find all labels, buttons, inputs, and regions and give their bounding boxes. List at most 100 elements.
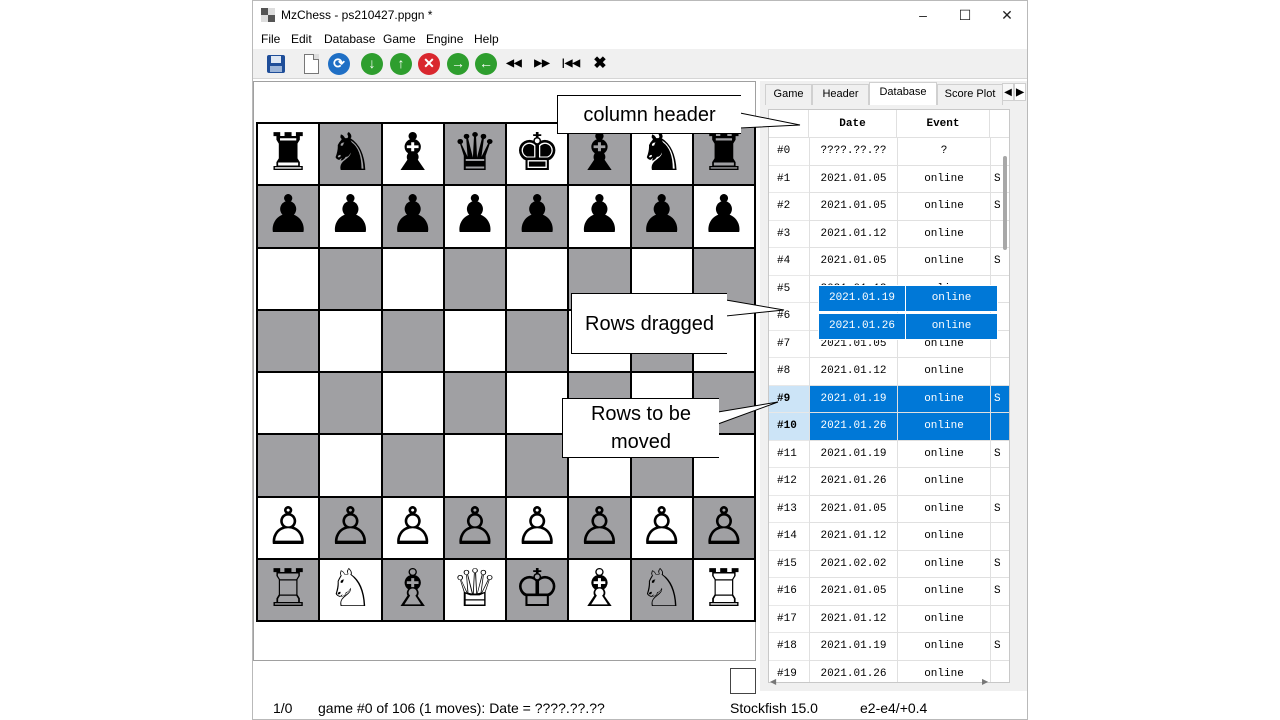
board-square[interactable]: ♙: [257, 496, 320, 559]
menu-database[interactable]: Database: [324, 32, 375, 46]
cell-event[interactable]: online: [897, 193, 990, 221]
table-row[interactable]: #4 2021.01.05 online S: [769, 248, 1009, 276]
refresh-icon[interactable]: ⟳: [328, 53, 350, 75]
row-number[interactable]: #17: [769, 606, 809, 633]
board-square[interactable]: [381, 372, 444, 435]
cell-date[interactable]: 2021.01.05: [809, 193, 897, 221]
row-number[interactable]: #16: [769, 578, 809, 606]
cell-event[interactable]: online: [897, 495, 990, 523]
minimize-button[interactable]: –: [903, 1, 943, 29]
board-square[interactable]: [257, 309, 320, 372]
board-square[interactable]: [319, 372, 382, 435]
board-square[interactable]: [319, 309, 382, 372]
board-square[interactable]: ♞: [319, 123, 382, 186]
cell-date[interactable]: 2021.01.05: [809, 165, 897, 193]
board-square[interactable]: ♟: [506, 185, 569, 248]
scroll-left-icon[interactable]: ◀: [770, 677, 776, 686]
skip-first-icon[interactable]: |◀◀: [559, 53, 583, 75]
board-square[interactable]: ♟: [630, 185, 693, 248]
table-row[interactable]: #9 2021.01.19 online S: [769, 385, 1009, 413]
table-row[interactable]: #18 2021.01.19 online S: [769, 633, 1009, 661]
cell-event[interactable]: online: [897, 385, 990, 413]
cell-event[interactable]: online: [897, 605, 990, 633]
table-row[interactable]: #11 2021.01.19 online S: [769, 440, 1009, 468]
cell-date[interactable]: 2021.01.12: [809, 605, 897, 633]
cell-date[interactable]: 2021.01.26: [809, 413, 897, 441]
board-square[interactable]: [257, 434, 320, 497]
board-square[interactable]: [381, 247, 444, 310]
column-header-event[interactable]: Event: [897, 110, 990, 138]
board-square[interactable]: [257, 247, 320, 310]
board-square[interactable]: [257, 372, 320, 435]
cell-date[interactable]: 2021.02.02: [809, 550, 897, 578]
board-square[interactable]: ♜: [257, 123, 320, 186]
right-arrow-icon[interactable]: →: [447, 53, 469, 75]
board-square[interactable]: ♗: [568, 558, 631, 621]
board-square[interactable]: [319, 247, 382, 310]
row-number[interactable]: #14: [769, 523, 809, 551]
scrollbar-thumb[interactable]: [1003, 156, 1007, 250]
row-number[interactable]: #9: [769, 385, 809, 413]
row-number[interactable]: #13: [769, 496, 809, 523]
board-square[interactable]: ♟: [381, 185, 444, 248]
table-row[interactable]: #0????.??.???: [769, 138, 1009, 166]
rewind-icon[interactable]: ◀◀: [503, 53, 525, 75]
tab-game[interactable]: Game: [765, 84, 812, 105]
cell-date[interactable]: 2021.01.19: [809, 440, 897, 468]
left-arrow-icon[interactable]: ←: [475, 53, 497, 75]
tools-icon[interactable]: ✖: [589, 53, 611, 75]
board-square[interactable]: ♟: [257, 185, 320, 248]
cell-date[interactable]: ????.??.??: [809, 138, 897, 166]
cell-event[interactable]: online: [897, 550, 990, 578]
row-number[interactable]: #1: [769, 166, 809, 193]
tab-score-plot[interactable]: Score Plot: [937, 84, 1003, 105]
board-square[interactable]: [506, 247, 569, 310]
cell-date[interactable]: 2021.01.05: [809, 248, 897, 276]
row-number[interactable]: #18: [769, 633, 809, 661]
board-square[interactable]: [319, 434, 382, 497]
table-row[interactable]: #10 2021.01.26 online: [769, 413, 1009, 441]
board-square[interactable]: ♙: [506, 496, 569, 559]
board-square[interactable]: ♛: [443, 123, 506, 186]
board-square[interactable]: [506, 309, 569, 372]
cell-date[interactable]: 2021.01.19: [809, 385, 897, 413]
table-row[interactable]: #15 2021.02.02 online S: [769, 550, 1009, 578]
menu-file[interactable]: File: [261, 32, 280, 46]
row-number[interactable]: #10: [769, 413, 809, 441]
table-row[interactable]: #2 2021.01.05 online S: [769, 193, 1009, 221]
row-number[interactable]: #0: [769, 138, 809, 166]
board-square[interactable]: ♙: [568, 496, 631, 559]
board-square[interactable]: ♟: [692, 185, 755, 248]
board-square[interactable]: ♙: [630, 496, 693, 559]
row-number[interactable]: #3: [769, 221, 809, 248]
table-row[interactable]: #8 2021.01.12 online: [769, 358, 1009, 386]
board-square[interactable]: [381, 309, 444, 372]
cell-event[interactable]: online: [897, 248, 990, 276]
board-square[interactable]: ♟: [319, 185, 382, 248]
row-number[interactable]: #15: [769, 551, 809, 578]
board-square[interactable]: ♝: [381, 123, 444, 186]
tab-header[interactable]: Header: [812, 84, 869, 105]
down-arrow-icon[interactable]: ↓: [361, 53, 383, 75]
board-square[interactable]: [443, 247, 506, 310]
cell-date[interactable]: 2021.01.12: [809, 220, 897, 248]
tab-scroll-right-icon[interactable]: ▶: [1014, 83, 1026, 101]
board-square[interactable]: [443, 309, 506, 372]
up-arrow-icon[interactable]: ↑: [390, 53, 412, 75]
maximize-button[interactable]: ☐: [945, 1, 985, 29]
cell-event[interactable]: online: [897, 413, 990, 441]
tab-scroll-left-icon[interactable]: ◀: [1002, 83, 1014, 101]
cell-event[interactable]: online: [897, 578, 990, 606]
column-header-next[interactable]: [990, 110, 1009, 138]
tab-database[interactable]: Database: [869, 82, 937, 105]
board-square[interactable]: ♟: [443, 185, 506, 248]
database-grid[interactable]: Date Event #0????.??.??? #1 2021.01.05 onli…: [768, 109, 1010, 683]
cell-event[interactable]: online: [897, 165, 990, 193]
cell-event[interactable]: online: [897, 220, 990, 248]
stop-icon[interactable]: ✕: [418, 53, 440, 75]
vertical-scrollbar[interactable]: [1001, 138, 1009, 678]
table-row[interactable]: #3 2021.01.12 online: [769, 220, 1009, 248]
board-square[interactable]: ♕: [443, 558, 506, 621]
cell-date[interactable]: 2021.01.05: [809, 578, 897, 606]
row-number[interactable]: #4: [769, 248, 809, 276]
